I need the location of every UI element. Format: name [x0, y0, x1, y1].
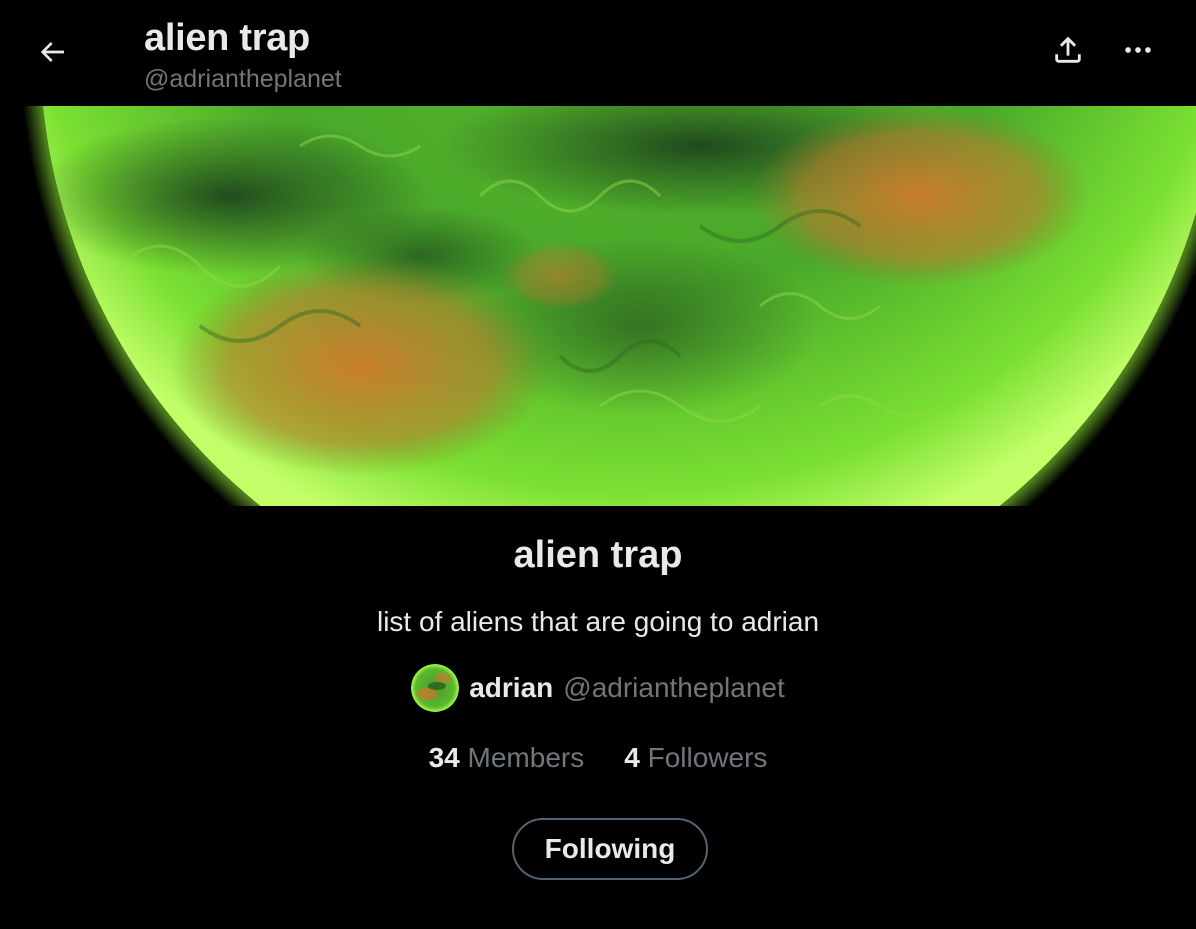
list-info-section: alien trap list of aliens that are going… — [0, 506, 1196, 929]
followers-link[interactable]: 4 Followers — [624, 740, 767, 776]
arrow-left-icon — [36, 36, 68, 73]
more-horizontal-icon — [1121, 33, 1155, 72]
list-name: alien trap — [513, 534, 683, 576]
share-button[interactable] — [1046, 30, 1090, 74]
followers-count: 4 — [624, 742, 640, 773]
members-label: Members — [467, 742, 585, 773]
owner-name[interactable]: adrian — [469, 672, 553, 704]
planet-image — [0, 106, 1196, 506]
list-description: list of aliens that are going to adrian — [376, 606, 820, 637]
header-handle: @adriantheplanet — [144, 65, 342, 93]
following-button[interactable]: Following — [512, 818, 708, 880]
back-button[interactable] — [32, 34, 72, 74]
top-header: alien trap @adriantheplanet — [0, 0, 1196, 106]
share-upload-icon — [1051, 33, 1085, 72]
header-title: alien trap — [144, 17, 310, 59]
list-owner: adrian @adriantheplanet — [0, 664, 1196, 712]
followers-label: Followers — [647, 742, 768, 773]
list-stats: 34 Members 4 Followers — [0, 740, 1196, 776]
members-count: 34 — [428, 742, 460, 773]
list-banner-image[interactable] — [0, 106, 1196, 506]
avatar[interactable] — [411, 664, 460, 712]
more-options-button[interactable] — [1116, 30, 1160, 74]
members-link[interactable]: 34 Members — [429, 740, 585, 776]
header-title-block: alien trap @adriantheplanet — [144, 14, 342, 96]
owner-handle[interactable]: @adriantheplanet — [563, 672, 784, 704]
